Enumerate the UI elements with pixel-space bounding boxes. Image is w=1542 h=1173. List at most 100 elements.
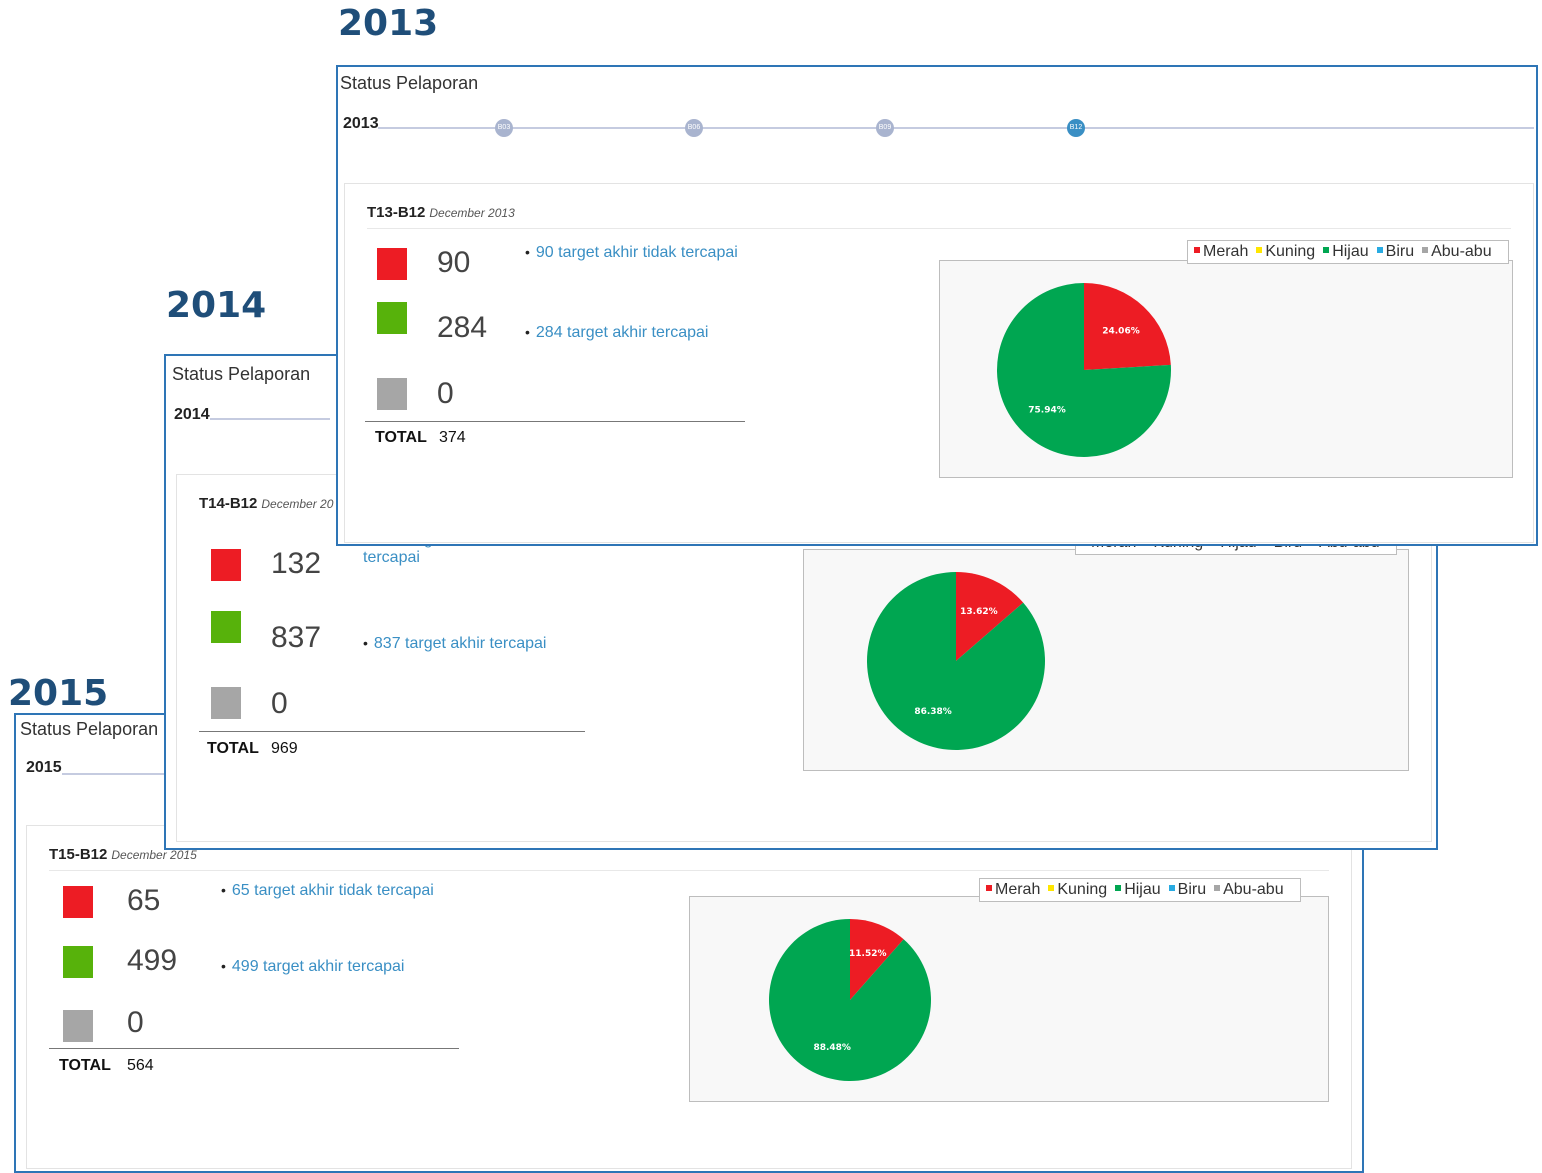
grey-count: 0 bbox=[271, 687, 288, 720]
legend-item-kuning[interactable]: Kuning bbox=[1046, 881, 1107, 898]
legend-item-biru[interactable]: Biru bbox=[1375, 243, 1414, 260]
timeline-line bbox=[210, 418, 330, 420]
timeline-line bbox=[378, 127, 1534, 129]
report-card: T15-B12December 2015 65 65 target akhir … bbox=[26, 825, 1352, 1169]
not-achieved-link[interactable]: 65 target akhir tidak tercapai bbox=[221, 882, 434, 900]
legend-swatch bbox=[1323, 247, 1330, 253]
pie-group: 11.52% 88.48% bbox=[769, 919, 931, 1081]
total-rule bbox=[49, 1048, 459, 1049]
legend-item-merah[interactable]: Merah bbox=[984, 881, 1040, 898]
legend-swatch bbox=[1256, 247, 1263, 253]
pie-group: 24.06% 75.94% bbox=[997, 283, 1171, 457]
legend-label: Abu-abu bbox=[1431, 243, 1492, 260]
legend-label: Kuning bbox=[1057, 881, 1108, 898]
pie-slice-hijau[interactable] bbox=[769, 919, 931, 1081]
report-card: T13-B12December 2013 90 90 target akhir … bbox=[344, 183, 1534, 543]
panel-title: Status Pelaporan bbox=[172, 364, 311, 384]
red-status-swatch bbox=[63, 886, 93, 918]
legend-item-abu-abu[interactable]: Abu-abu bbox=[1420, 243, 1492, 260]
legend-swatch bbox=[1168, 885, 1175, 891]
legend-swatch bbox=[1376, 247, 1383, 253]
green-count: 284 bbox=[437, 311, 488, 344]
legend-label: Merah bbox=[995, 881, 1041, 898]
period-heading: T13-B12 December 2013 bbox=[367, 204, 515, 221]
chart-legend[interactable]: Merah Kuning Hijau Biru Abu-abu bbox=[979, 878, 1301, 902]
legend-item-hijau[interactable]: Hijau bbox=[1321, 243, 1369, 260]
legend-swatch bbox=[1214, 885, 1221, 891]
divider bbox=[367, 228, 1511, 229]
timeline-year[interactable]: 2015 bbox=[26, 759, 62, 777]
legend-swatch bbox=[986, 885, 992, 891]
total-rule bbox=[199, 731, 585, 732]
green-count: 499 bbox=[127, 944, 178, 977]
pie-data-label: 13.62% bbox=[960, 607, 998, 617]
pie-chart-2014: 13.62% 86.38% bbox=[803, 549, 1409, 771]
grey-count: 0 bbox=[127, 1006, 144, 1039]
total-label: TOTAL bbox=[207, 740, 259, 757]
red-count: 65 bbox=[127, 884, 161, 917]
green-count: 837 bbox=[271, 621, 322, 654]
grey-status-swatch bbox=[377, 378, 407, 410]
year-heading-2013: 2013 bbox=[338, 3, 439, 44]
pie-data-label: 11.52% bbox=[849, 949, 887, 959]
year-heading-2015: 2015 bbox=[8, 673, 109, 714]
status-panel-2013: Status Pelaporan 2013 B03 B06 B09 B12 T1… bbox=[336, 65, 1538, 546]
legend-label: Abu-abu bbox=[1223, 881, 1284, 898]
panel-title: Status Pelaporan bbox=[20, 719, 159, 739]
pie-data-label: 24.06% bbox=[1102, 327, 1140, 337]
total-value: 374 bbox=[439, 429, 466, 446]
legend-swatch bbox=[1048, 885, 1055, 891]
timeline-point-b12[interactable]: B12 bbox=[1067, 119, 1085, 137]
pie-chart-2013: 24.06% 75.94% bbox=[939, 260, 1513, 478]
legend-label: Biru bbox=[1177, 881, 1207, 898]
timeline-year[interactable]: 2013 bbox=[343, 115, 379, 133]
green-status-swatch bbox=[377, 302, 407, 334]
legend-swatch bbox=[1115, 885, 1122, 891]
pie-svg: 13.62% 86.38% bbox=[867, 572, 1045, 750]
total-rule bbox=[365, 421, 745, 422]
not-achieved-link[interactable]: 90 target akhir tidak tercapai bbox=[525, 244, 738, 262]
green-status-swatch bbox=[211, 611, 241, 643]
total-label: TOTAL bbox=[375, 429, 427, 446]
pie-group: 13.62% 86.38% bbox=[867, 572, 1045, 750]
panel-title: Status Pelaporan bbox=[340, 73, 479, 93]
legend-label: Hijau bbox=[1332, 243, 1369, 260]
red-status-swatch bbox=[211, 549, 241, 581]
achieved-link[interactable]: 284 target akhir tercapai bbox=[525, 324, 709, 342]
grey-status-swatch bbox=[63, 1010, 93, 1042]
pie-svg: 11.52% 88.48% bbox=[769, 919, 931, 1081]
pie-chart-2015: 11.52% 88.48% bbox=[689, 896, 1329, 1102]
divider bbox=[49, 870, 1329, 871]
pie-data-label: 75.94% bbox=[1028, 405, 1066, 415]
chart-legend[interactable]: Merah Kuning Hijau Biru Abu-abu bbox=[1187, 240, 1509, 264]
total-value: 969 bbox=[271, 740, 298, 757]
achieved-link[interactable]: 499 target akhir tercapai bbox=[221, 958, 405, 976]
legend-item-biru[interactable]: Biru bbox=[1167, 881, 1206, 898]
timeline-point-b03[interactable]: B03 bbox=[495, 119, 513, 137]
achieved-link[interactable]: 837 target akhir tercapai bbox=[363, 635, 547, 653]
legend-item-kuning[interactable]: Kuning bbox=[1254, 243, 1315, 260]
legend-item-abu-abu[interactable]: Abu-abu bbox=[1212, 881, 1284, 898]
legend-label: Biru bbox=[1385, 243, 1415, 260]
legend-swatch bbox=[1422, 247, 1429, 253]
green-status-swatch bbox=[63, 946, 93, 978]
timeline-point-b06[interactable]: B06 bbox=[685, 119, 703, 137]
pie-svg: 24.06% 75.94% bbox=[997, 283, 1171, 457]
year-heading-2014: 2014 bbox=[166, 285, 267, 326]
legend-swatch bbox=[1194, 247, 1200, 253]
timeline-point-b09[interactable]: B09 bbox=[876, 119, 894, 137]
red-count: 132 bbox=[271, 547, 322, 580]
red-status-swatch bbox=[377, 248, 407, 280]
pie-data-label: 86.38% bbox=[914, 707, 952, 717]
total-value: 564 bbox=[127, 1057, 154, 1074]
timeline-year[interactable]: 2014 bbox=[174, 406, 210, 424]
legend-label: Merah bbox=[1203, 243, 1249, 260]
legend-item-hijau[interactable]: Hijau bbox=[1113, 881, 1161, 898]
grey-status-swatch bbox=[211, 687, 241, 719]
period-heading: T14-B12 December 20 bbox=[199, 495, 334, 512]
legend-item-merah[interactable]: Merah bbox=[1192, 243, 1248, 260]
legend-label: Kuning bbox=[1265, 243, 1316, 260]
pie-data-label: 88.48% bbox=[813, 1043, 851, 1053]
red-count: 90 bbox=[437, 246, 471, 279]
legend-label: Hijau bbox=[1124, 881, 1161, 898]
